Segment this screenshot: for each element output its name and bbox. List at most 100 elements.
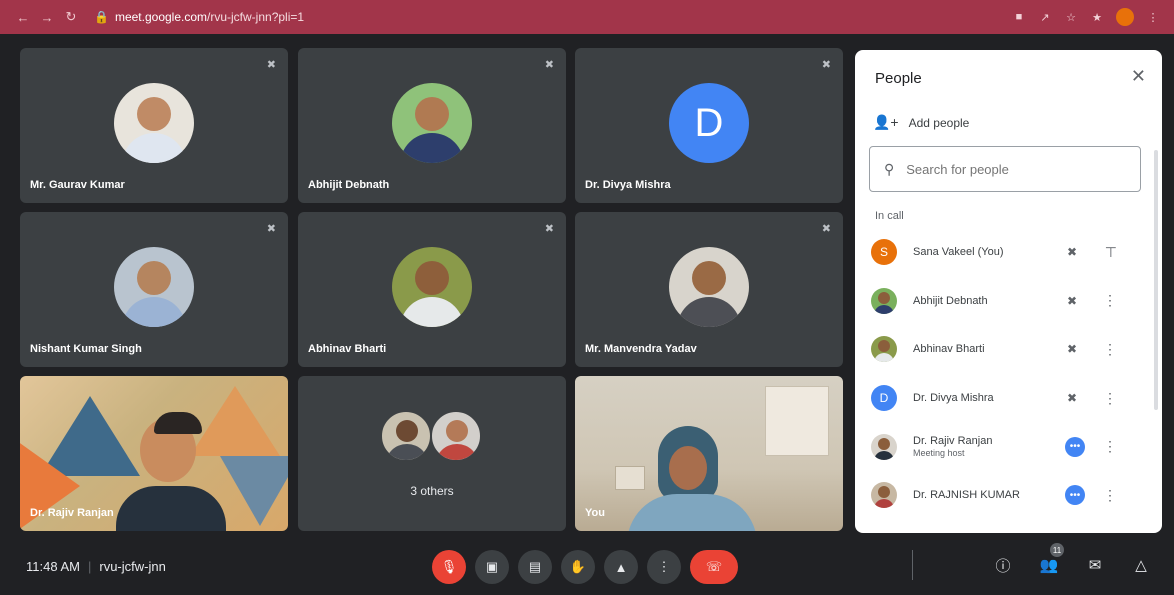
meeting-controls-bar: 11:48 AM | rvu-jcfw-jnn 🎙 ▣ ▤ ✋ ▲ ⋮ ☏ ⓘ 👥 … (0, 538, 1174, 595)
participant-name: Dr. Divya Mishra (913, 392, 994, 405)
mic-off-icon: ✖ (1066, 391, 1077, 406)
activities-icon: △ (1135, 557, 1147, 574)
avatar (669, 247, 749, 327)
participant-name: Abhijit Debnath (913, 294, 988, 307)
browser-toolbar: ← → ↻ 🔒 meet.google.com/rvu-jcfw-jnn?pli… (0, 0, 1174, 34)
reload-icon[interactable]: ↻ (62, 8, 80, 26)
more-options-button[interactable]: ⋮ (647, 550, 681, 584)
participant-tile[interactable]: ✖ Mr. Manvendra Yadav (575, 212, 843, 367)
list-item[interactable]: Abhinav Bharti ✖ ⋮ (855, 325, 1155, 374)
people-button[interactable]: 👥 11 (1036, 543, 1064, 578)
list-item[interactable]: Dr. RAJNISH KUMAR ••• ⋮ (855, 471, 1155, 520)
background-pattern (190, 386, 280, 456)
mic-off-icon: ✖ (821, 59, 831, 71)
more-options-icon[interactable]: ⋮ (1103, 292, 1117, 309)
wall-switchboard (615, 466, 645, 490)
participant-tile[interactable]: D ✖ Dr. Divya Mishra (575, 48, 843, 203)
avatar (871, 336, 897, 363)
camera-indicator-icon[interactable]: ■ (1012, 10, 1026, 24)
forward-icon[interactable]: → (38, 8, 56, 26)
share-icon[interactable]: ↗ (1038, 10, 1052, 24)
more-vert-icon: ⋮ (657, 559, 671, 574)
avatar (871, 433, 897, 460)
participant-tile[interactable]: ✖ Abhinav Bharti (298, 212, 566, 367)
avatar (380, 410, 432, 462)
hand-icon: ✋ (569, 559, 587, 574)
search-input[interactable] (906, 161, 1127, 177)
mic-off-icon: ✖ (266, 59, 276, 71)
mic-off-icon: ✖ (544, 223, 554, 235)
avatar (392, 83, 472, 163)
present-button[interactable]: ▲ (604, 550, 638, 584)
participant-name: Abhijit Debnath (308, 179, 390, 191)
avatar (114, 83, 194, 163)
list-item[interactable]: D Dr. Divya Mishra ✖ ⋮ (855, 374, 1155, 423)
others-tile[interactable]: 3 others (298, 376, 566, 531)
participant-name: Mr. Manvendra Yadav (585, 343, 697, 355)
divider (912, 550, 913, 580)
meeting-code: rvu-jcfw-jnn (99, 559, 166, 574)
speaking-indicator-icon: ••• (1065, 485, 1085, 506)
more-options-icon[interactable]: ⋮ (1103, 390, 1117, 407)
add-people-button[interactable]: 👤+ Add people (873, 114, 969, 131)
participant-name: Sana Vakeel (You) (913, 246, 1004, 259)
back-icon[interactable]: ← (14, 8, 32, 26)
activities-button[interactable]: △ (1128, 552, 1154, 578)
people-icon: 👥 (1039, 557, 1059, 574)
participant-name: Dr. RAJNISH KUMAR (913, 489, 1020, 502)
pin-icon[interactable]: ⊤ (1105, 244, 1117, 261)
clock-time: 11:48 AM (26, 559, 80, 574)
participant-tile[interactable]: ✖ Mr. Gaurav Kumar (20, 48, 288, 203)
avatar (430, 410, 482, 462)
extensions-icon[interactable]: ★ (1090, 10, 1104, 24)
list-item[interactable]: S Sana Vakeel (You) ✖ ⊤ (855, 228, 1155, 277)
participant-video-tile[interactable]: Dr. Rajiv Ranjan (20, 376, 288, 531)
url-path: /rvu-jcfw-jnn?pli=1 (207, 10, 305, 24)
avatar (871, 287, 897, 314)
captions-button[interactable]: ▤ (518, 550, 552, 584)
self-video-tile[interactable]: You (575, 376, 843, 531)
participant-tile[interactable]: ✖ Nishant Kumar Singh (20, 212, 288, 367)
mic-toggle-button[interactable]: 🎙 (432, 550, 466, 584)
mic-off-icon: ✖ (821, 223, 831, 235)
chat-icon: ✉ (1088, 557, 1102, 574)
others-avatars (380, 410, 484, 464)
others-label: 3 others (410, 484, 454, 498)
mic-off-icon: ✖ (1066, 245, 1077, 260)
meeting-info: 11:48 AM | rvu-jcfw-jnn (26, 559, 166, 574)
participant-name: Nishant Kumar Singh (30, 343, 142, 355)
search-icon: ⚲ (884, 160, 895, 177)
avatar: D (669, 83, 749, 163)
raise-hand-button[interactable]: ✋ (561, 550, 595, 584)
more-options-icon[interactable]: ⋮ (1103, 487, 1117, 504)
scrollbar[interactable] (1154, 150, 1158, 410)
address-bar[interactable]: 🔒 meet.google.com/rvu-jcfw-jnn?pli=1 (94, 10, 304, 24)
close-icon[interactable]: ✕ (1131, 66, 1146, 87)
search-field[interactable]: ⚲ (869, 146, 1141, 192)
avatar: D (871, 385, 897, 412)
more-options-icon[interactable]: ⋮ (1103, 341, 1117, 358)
in-call-heading: In call (875, 210, 904, 222)
browser-menu-icon[interactable]: ⋮ (1146, 10, 1160, 24)
camera-toggle-button[interactable]: ▣ (475, 550, 509, 584)
lock-icon: 🔒 (94, 10, 109, 24)
participant-name: Abhinav Bharti (308, 343, 387, 355)
info-icon: ⓘ (995, 557, 1011, 575)
chat-button[interactable]: ✉ (1082, 552, 1108, 578)
panel-title: People (875, 70, 922, 87)
leave-call-button[interactable]: ☏ (690, 550, 738, 584)
bookmark-star-icon[interactable]: ☆ (1064, 10, 1078, 24)
participant-tile[interactable]: ✖ Abhijit Debnath (298, 48, 566, 203)
mic-off-icon: ✖ (1066, 342, 1077, 357)
more-options-icon[interactable]: ⋮ (1103, 438, 1117, 455)
person-hair (154, 412, 202, 434)
captions-icon: ▤ (528, 559, 542, 574)
list-item[interactable]: Dr. Rajiv Ranjan Meeting host ••• ⋮ (855, 422, 1155, 471)
profile-avatar[interactable] (1116, 8, 1134, 26)
avatar (871, 482, 897, 509)
add-person-icon: 👤+ (873, 114, 899, 130)
participant-count-badge: 11 (1050, 543, 1064, 557)
speaking-indicator-icon: ••• (1065, 436, 1085, 457)
list-item[interactable]: Abhijit Debnath ✖ ⋮ (855, 277, 1155, 326)
meeting-details-button[interactable]: ⓘ (990, 552, 1016, 578)
